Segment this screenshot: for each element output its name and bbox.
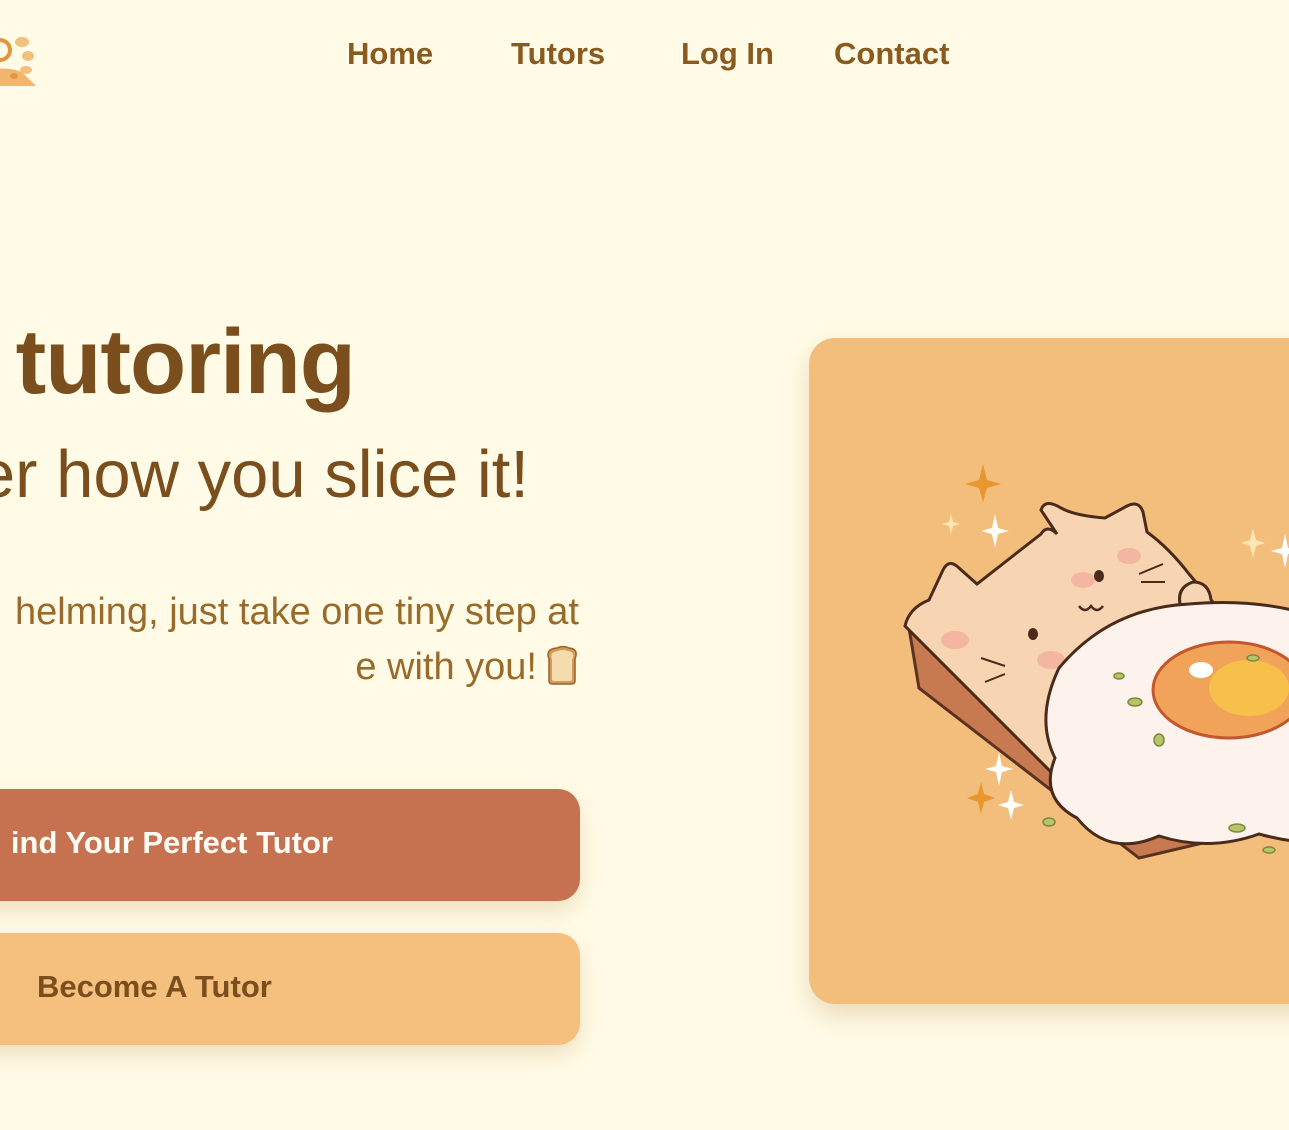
hero-subtitle: er how you slice it! (0, 437, 529, 512)
nav-home-link[interactable]: Home (347, 36, 433, 72)
find-tutor-button[interactable]: ind Your Perfect Tutor (0, 789, 580, 901)
landing-page: Home Tutors Log In Contact tutoring er h… (0, 0, 1289, 1130)
main-nav: Home Tutors Log In Contact (0, 36, 1289, 76)
find-tutor-button-label: ind Your Perfect Tutor (10, 825, 333, 860)
hero-description-line-2-text: e with you! (355, 646, 537, 688)
hero-description: helming, just take one tiny step at e wi… (15, 585, 579, 695)
hero-description-line-2: e with you! (15, 640, 579, 695)
nav-contact-link[interactable]: Contact (834, 36, 949, 72)
nav-login-link[interactable]: Log In (681, 36, 774, 72)
hero-description-line-1: helming, just take one tiny step at (15, 591, 579, 633)
hero-illustration-card (809, 338, 1289, 1004)
cat-toast-egg-illustration (903, 464, 1289, 860)
nav-tutors-link[interactable]: Tutors (511, 36, 605, 72)
hero-title: tutoring (15, 311, 356, 413)
become-tutor-button-label: Become A Tutor (37, 969, 272, 1004)
bread-emoji-icon (547, 645, 577, 685)
become-tutor-button[interactable]: Become A Tutor (0, 933, 580, 1045)
